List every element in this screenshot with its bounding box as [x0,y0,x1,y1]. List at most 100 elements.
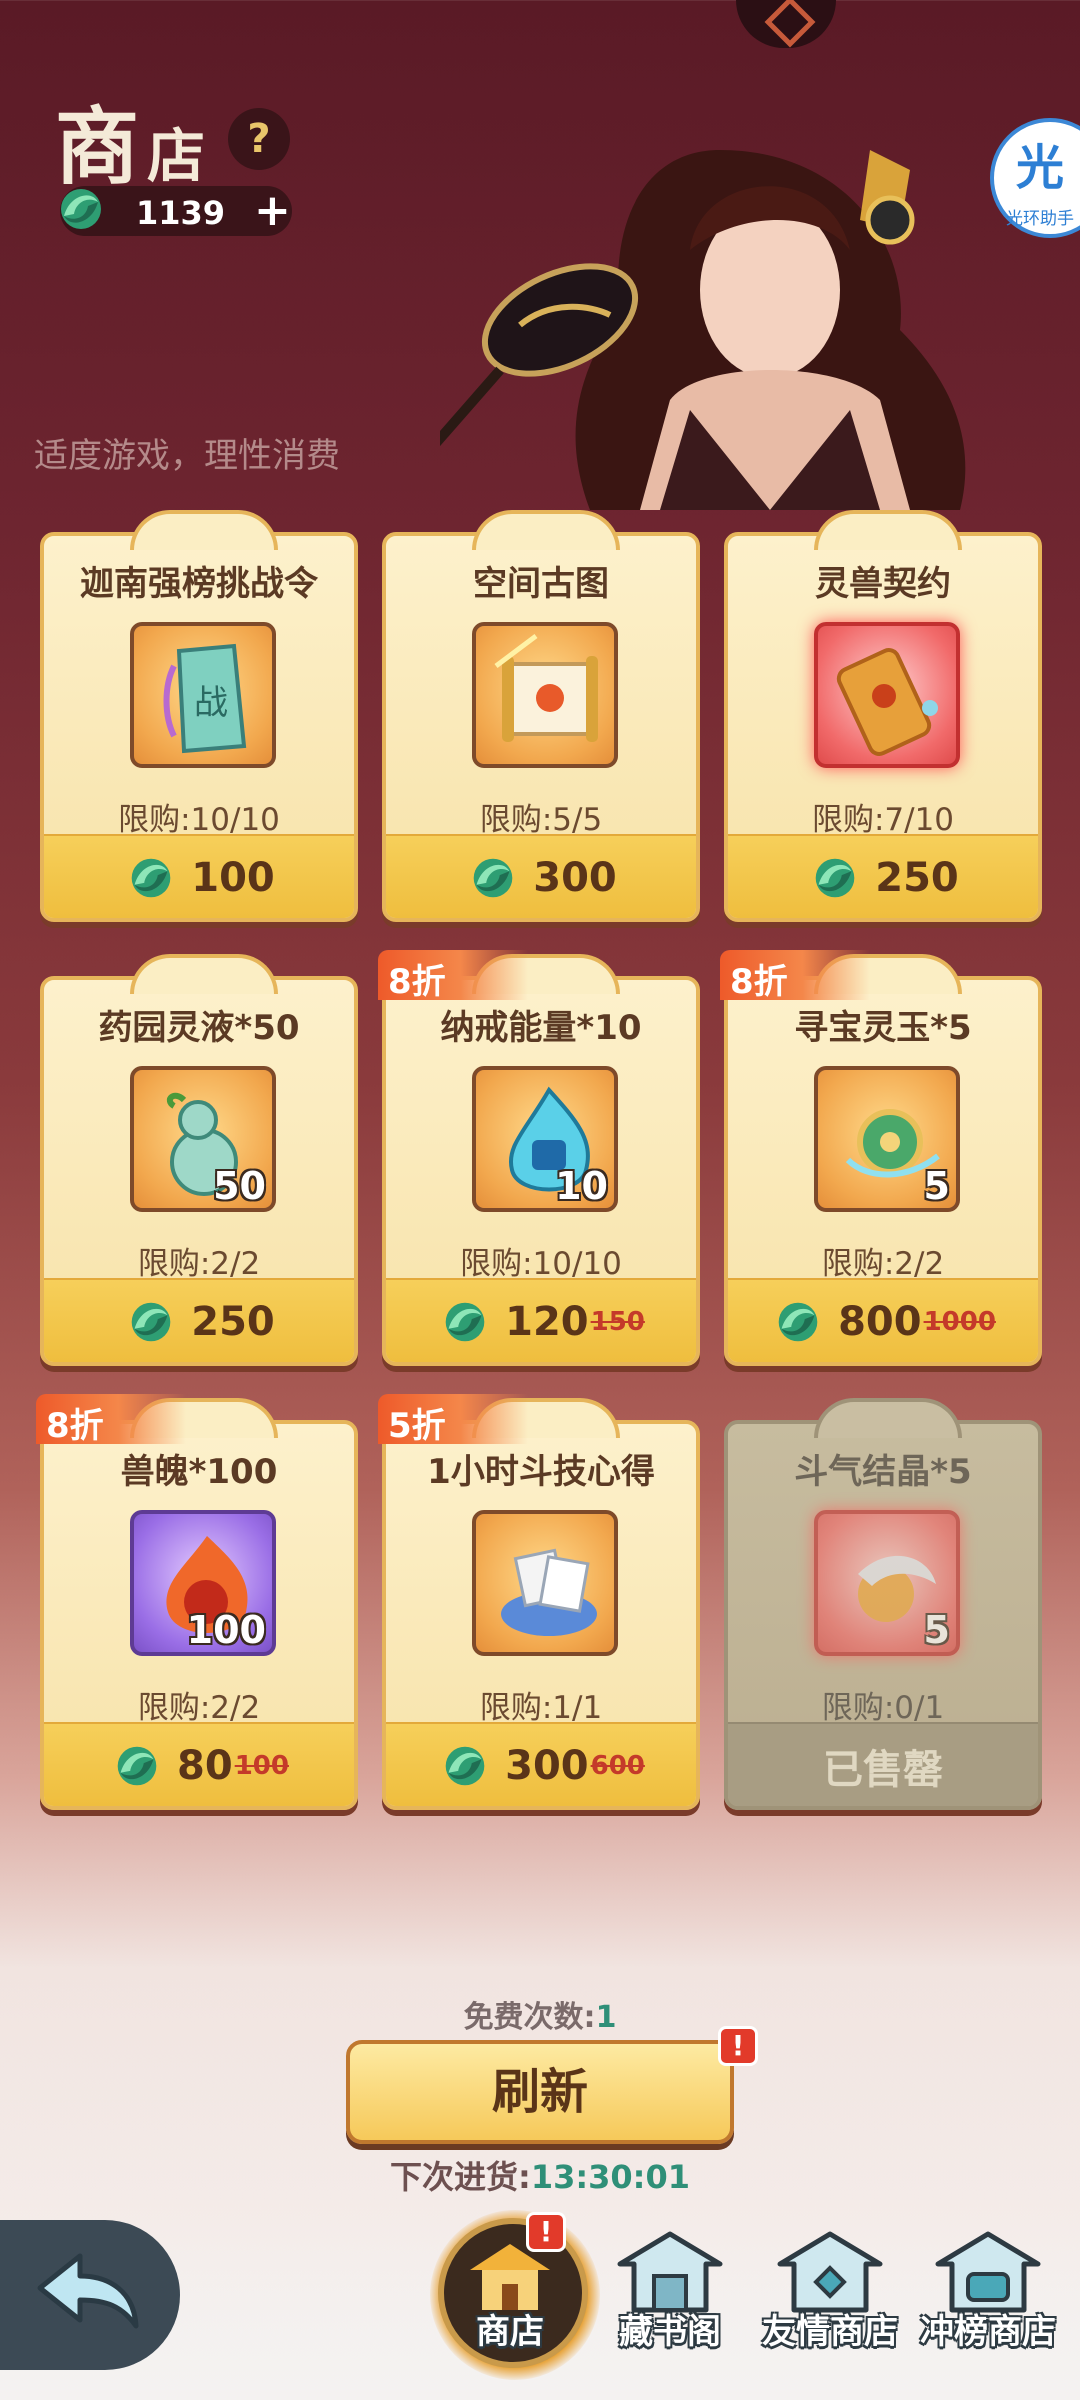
svg-text:战: 战 [194,683,228,723]
purchase-limit: 限购:2/2 [137,1246,261,1282]
top-pull-tab[interactable] [736,0,836,48]
purchase-limit: 限购:10/10 [118,802,280,838]
free-count-label: 免费次数: [463,2000,596,2035]
shop-item-card[interactable]: 药园灵液*50 50 限购:2/2 250 [40,954,358,1366]
tab-ranking-shop[interactable]: 冲榜商店 [908,2220,1068,2390]
sold-out-bar: 已售罄 [728,1722,1038,1806]
item-quantity: 100 [186,1608,266,1652]
item-name: 空间古图 [473,564,609,604]
discount-tag: 5折 [378,1394,528,1446]
item-frame: 100 [130,1510,276,1656]
ancient-map-scroll-icon [494,634,598,742]
shop-item-card[interactable]: 8折 寻宝灵玉*5 5 限购:2/2 800 1000 [720,950,1042,1366]
next-restock: 下次进货:13:30:01 [0,2152,1080,2198]
tab-library[interactable]: 藏书阁 [590,2220,750,2390]
original-price: 600 [590,1751,645,1781]
spirit-currency-icon [445,1746,485,1786]
currency-display: 1139 + [60,186,292,236]
skill-notes-pile-icon [501,1548,597,1636]
helper-app-badge[interactable]: 光 光环助手 [990,118,1080,238]
item-name: 迦南强榜挑战令 [80,564,318,604]
price-bar[interactable]: 120 150 [386,1278,696,1362]
item-price: 120 [505,1299,589,1345]
refresh-alert-icon: ! [718,2026,758,2066]
item-frame: 5 [814,1510,960,1656]
title-small-char: 店 [147,122,206,190]
item-price: 300 [533,855,617,901]
price-bar[interactable]: 250 [44,1278,354,1362]
purchase-limit: 限购:7/10 [811,802,955,838]
price-bar[interactable]: 800 1000 [728,1278,1038,1362]
spirit-currency-icon [131,1302,171,1342]
tab-label: 友情商店 [762,2312,898,2352]
item-price: 800 [838,1299,922,1345]
item-frame: 战 [130,622,276,768]
helper-label: 光环助手 [1006,209,1074,229]
back-button[interactable] [0,2220,180,2370]
shop-item-card[interactable]: 迦南强榜挑战令 战 限购:10/10 100 [40,510,358,922]
shop-item-card[interactable]: 灵兽契约 限购:7/10 250 [724,510,1042,922]
back-arrow-icon [37,2253,139,2329]
spirit-currency-icon [131,858,171,898]
spirit-currency-icon [778,1302,818,1342]
item-name: 寻宝灵玉*5 [794,1008,972,1048]
free-refresh-count: 免费次数:1 [0,1992,1080,2036]
shop-item-card[interactable]: 5折 1小时斗技心得 限购:1/1 300 600 [378,1394,700,1810]
tab-label: 藏书阁 [619,2312,721,2352]
discount-label: 5折 [388,1406,446,1446]
price-bar[interactable]: 300 [386,834,696,918]
item-frame: 50 [130,1066,276,1212]
spirit-currency-icon [473,858,513,898]
price-bar[interactable]: 80 100 [44,1722,354,1806]
item-frame: 5 [814,1066,960,1212]
sold-out-label: 已售罄 [823,1747,943,1793]
item-frame [814,622,960,768]
shop-item-card[interactable]: 8折 纳戒能量*10 10 限购:10/10 120 150 [378,950,700,1366]
item-price: 250 [875,855,959,901]
item-frame [472,1510,618,1656]
tab-shop[interactable]: ! 商店 [430,2210,600,2390]
restock-label: 下次进货: [390,2158,531,2196]
discount-label: 8折 [730,962,788,1002]
spirit-currency-icon [117,1746,157,1786]
purchase-limit: 限购:10/10 [460,1246,622,1282]
original-price: 150 [590,1307,645,1337]
item-name: 兽魄*100 [120,1452,278,1492]
item-price: 300 [505,1743,589,1789]
discount-tag: 8折 [720,950,870,1002]
beast-contract-scroll-icon [836,648,938,756]
purchase-limit: 限购:0/1 [821,1690,945,1726]
price-bar[interactable]: 250 [728,834,1038,918]
refresh-label: 刷新 [491,2064,588,2120]
free-count-value: 1 [595,2000,617,2035]
item-quantity: 10 [555,1164,608,1208]
original-price: 1000 [923,1307,996,1337]
add-currency-button[interactable]: + [254,186,291,236]
discount-label: 8折 [388,962,446,1002]
shop-item-card[interactable]: 空间古图 限购:5/5 300 [382,510,700,922]
tab-label: 商店 [476,2312,544,2352]
purchase-limit: 限购:2/2 [821,1246,945,1282]
shop-alert-icon: ! [526,2212,566,2252]
currency-amount: 1139 [136,194,226,232]
item-price: 250 [191,1299,275,1345]
help-button[interactable]: ? [228,108,290,170]
tab-label: 冲榜商店 [920,2312,1056,2352]
spirit-currency-icon [445,1302,485,1342]
spirit-currency-icon [815,858,855,898]
refresh-button[interactable]: 刷新 ! [346,2026,758,2144]
tab-friendship-shop[interactable]: 友情商店 [750,2220,910,2390]
item-name: 纳戒能量*10 [440,1008,642,1048]
item-frame [472,622,618,768]
item-name: 灵兽契约 [815,564,951,604]
item-name: 斗气结晶*5 [794,1452,972,1492]
purchase-limit: 限购:2/2 [137,1690,261,1726]
original-price: 100 [234,1751,289,1781]
price-bar[interactable]: 100 [44,834,354,918]
price-bar[interactable]: 300 600 [386,1722,696,1806]
shop-item-card-sold-out: 斗气结晶*5 5 限购:0/1 已售罄 [724,1398,1042,1810]
item-price: 100 [191,855,275,901]
shop-item-card[interactable]: 8折 兽魄*100 100 限购:2/2 80 100 [36,1394,358,1810]
spirit-currency-icon [61,189,101,229]
purchase-limit: 限购:1/1 [479,1690,603,1726]
